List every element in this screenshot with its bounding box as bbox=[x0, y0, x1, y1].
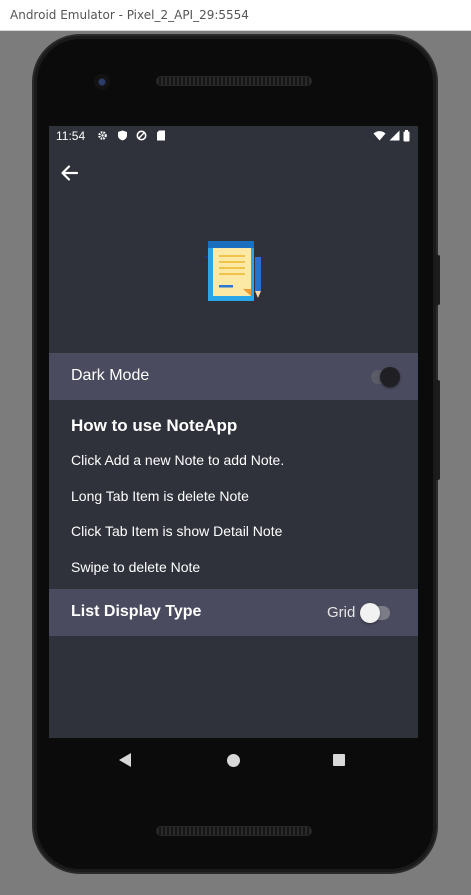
power-button[interactable] bbox=[435, 255, 440, 305]
gear-icon bbox=[97, 130, 108, 141]
howto-line: Click Tab Item is show Detail Note bbox=[71, 523, 283, 539]
volume-button[interactable] bbox=[435, 380, 440, 480]
howto-line: Long Tab Item is delete Note bbox=[71, 488, 249, 504]
battery-icon bbox=[403, 130, 410, 145]
nav-recents-icon[interactable] bbox=[333, 754, 345, 766]
status-right-icons bbox=[373, 130, 410, 145]
emulator-title: Android Emulator - Pixel_2_API_29:5554 bbox=[10, 8, 249, 22]
emulator-title-bar: Android Emulator - Pixel_2_API_29:5554 bbox=[0, 0, 471, 31]
grid-switch[interactable] bbox=[360, 603, 390, 623]
list-display-label: List Display Type bbox=[71, 603, 202, 620]
status-time: 11:54 bbox=[56, 129, 86, 143]
arrow-left-icon[interactable] bbox=[59, 162, 81, 184]
front-camera bbox=[94, 74, 110, 90]
switch-knob bbox=[380, 367, 400, 387]
list-display-value: Grid bbox=[327, 604, 356, 621]
top-speaker bbox=[156, 76, 312, 86]
switch-knob bbox=[360, 603, 380, 623]
dark-mode-row[interactable]: Dark Mode bbox=[49, 353, 418, 400]
howto-line: Swipe to delete Note bbox=[71, 559, 201, 575]
data-saver-icon bbox=[136, 130, 147, 141]
howto-title: How to use NoteApp bbox=[71, 416, 238, 435]
howto-line: Click Add a new Note to add Note. bbox=[71, 452, 285, 468]
app-screen: 11:54 Dark Mode How to use NoteApp Click… bbox=[49, 126, 418, 738]
system-nav-bar bbox=[49, 738, 418, 784]
signal-icon bbox=[389, 130, 400, 145]
status-bar: 11:54 bbox=[49, 126, 418, 148]
wifi-icon bbox=[373, 130, 386, 145]
list-display-row[interactable]: List Display Type Grid bbox=[49, 589, 418, 636]
nav-home-icon[interactable] bbox=[227, 754, 240, 767]
dark-mode-switch[interactable] bbox=[371, 367, 400, 387]
nav-back-icon[interactable] bbox=[119, 753, 131, 767]
sd-card-icon bbox=[155, 130, 166, 141]
shield-icon bbox=[117, 130, 128, 141]
dark-mode-label: Dark Mode bbox=[71, 367, 150, 384]
bottom-speaker bbox=[156, 826, 312, 836]
notepad-icon bbox=[205, 239, 265, 303]
